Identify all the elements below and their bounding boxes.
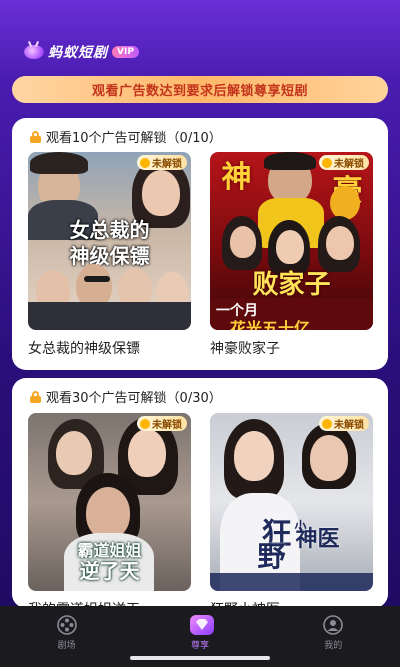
lock-icon bbox=[30, 130, 41, 143]
drama-poster[interactable]: 神 豪 败家子 一个月 花光五十亿 未解锁 bbox=[210, 152, 373, 330]
tab-theater[interactable]: 剧场 bbox=[27, 614, 107, 651]
lock-icon bbox=[30, 390, 41, 403]
diamond-icon bbox=[189, 614, 214, 636]
poster-title: 败家子 bbox=[252, 270, 331, 300]
app-header: 蚂蚁短剧 VIP bbox=[0, 0, 400, 70]
film-reel-icon bbox=[56, 614, 78, 636]
drama-poster[interactable]: 女总裁的 神级保镖 未解锁 bbox=[28, 152, 191, 330]
drama-card[interactable]: 霸道姐姐 逆了天 未解锁 我的霸道姐姐逆天 bbox=[28, 413, 191, 608]
poster-char-4: 神医 bbox=[295, 527, 340, 552]
user-icon bbox=[322, 614, 344, 636]
locked-emoji-icon bbox=[322, 418, 332, 429]
locked-badge-label: 未解锁 bbox=[152, 159, 182, 170]
home-indicator bbox=[130, 656, 270, 660]
tab-label: 剧场 bbox=[57, 641, 76, 651]
tab-profile[interactable]: 我的 bbox=[293, 614, 373, 651]
tab-premium[interactable]: 尊享 bbox=[160, 614, 240, 651]
drama-card[interactable]: 狂 小 野 神医 未解锁 狂野小神医 bbox=[210, 413, 373, 608]
locked-badge: 未解锁 bbox=[137, 416, 187, 431]
drama-title[interactable]: 女总裁的神级保镖 bbox=[28, 338, 191, 358]
locked-badge-label: 未解锁 bbox=[152, 420, 182, 431]
poster-subtitle-2: 花光五十亿 bbox=[230, 319, 311, 330]
poster-title-line-2: 神级保镖 bbox=[69, 244, 150, 268]
locked-badge-label: 未解锁 bbox=[334, 159, 364, 170]
locked-badge-label: 未解锁 bbox=[334, 420, 364, 431]
ant-icon bbox=[24, 45, 44, 59]
section-title-text: 观看30个广告可解锁（0/30） bbox=[46, 391, 222, 406]
section-title: 观看10个广告可解锁（0/10） bbox=[30, 127, 222, 146]
unlock-section-10: 观看10个广告可解锁（0/10） 女总裁的 神级保镖 未解锁 女总裁的神级保镖 bbox=[12, 118, 388, 370]
unlock-section-30: 观看30个广告可解锁（0/30） 霸道姐姐 逆了天 未解锁 我的霸道姐姐逆天 bbox=[12, 378, 388, 608]
locked-emoji-icon bbox=[140, 157, 150, 168]
locked-badge: 未解锁 bbox=[319, 416, 369, 431]
drama-title[interactable]: 神豪败家子 bbox=[210, 338, 373, 358]
app-logo: 蚂蚁短剧 VIP bbox=[24, 42, 139, 62]
locked-badge: 未解锁 bbox=[137, 155, 187, 170]
section-title-text: 观看10个广告可解锁（0/10） bbox=[46, 131, 222, 146]
drama-poster[interactable]: 狂 小 野 神医 未解锁 bbox=[210, 413, 373, 591]
drama-card[interactable]: 女总裁的 神级保镖 未解锁 女总裁的神级保镖 bbox=[28, 152, 191, 358]
poster-title-line-2: 逆了天 bbox=[79, 559, 140, 583]
drama-poster[interactable]: 霸道姐姐 逆了天 未解锁 bbox=[28, 413, 191, 591]
tab-label: 尊享 bbox=[190, 641, 209, 651]
tab-label: 我的 bbox=[324, 641, 343, 651]
locked-badge: 未解锁 bbox=[319, 155, 369, 170]
locked-emoji-icon bbox=[140, 418, 150, 429]
unlock-banner[interactable]: 观看广告数达到要求后解锁尊享短剧 bbox=[12, 76, 388, 103]
locked-emoji-icon bbox=[322, 157, 332, 168]
section-title: 观看30个广告可解锁（0/30） bbox=[30, 387, 222, 406]
poster-title-line-1: 女总裁的 bbox=[69, 218, 150, 242]
app-name: 蚂蚁短剧 bbox=[48, 45, 108, 61]
drama-card[interactable]: 神 豪 败家子 一个月 花光五十亿 未解锁 神豪败家子 bbox=[210, 152, 373, 358]
vip-badge: VIP bbox=[112, 46, 139, 58]
